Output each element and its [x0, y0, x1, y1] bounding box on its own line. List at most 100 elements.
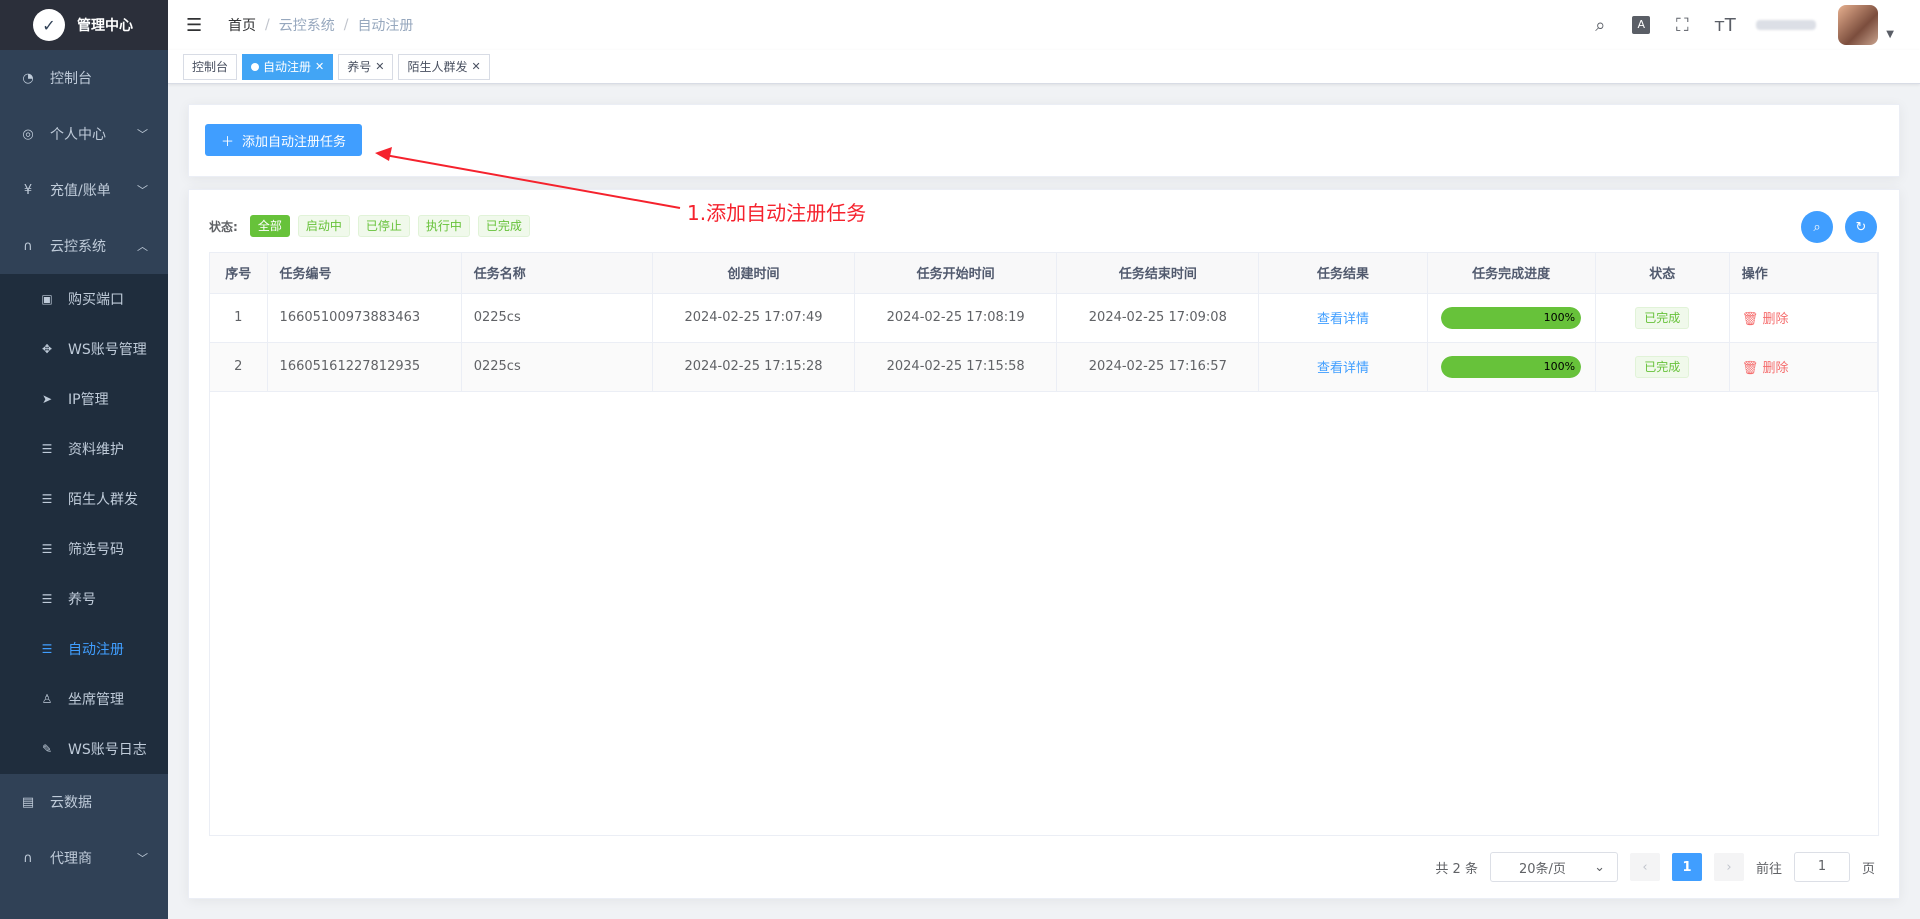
- sidebar-item-personal[interactable]: ◎ 个人中心 ﹀: [0, 106, 168, 162]
- list-icon: ☰: [41, 492, 53, 506]
- avatar[interactable]: [1838, 5, 1879, 45]
- goto-page-input[interactable]: 1: [1793, 852, 1850, 882]
- bird-logo-icon: ✓: [33, 9, 65, 41]
- column-header: 状态: [1595, 253, 1730, 294]
- filter-chip-running[interactable]: 执行中: [417, 215, 470, 237]
- list-icon: ☰: [41, 592, 53, 606]
- column-header: 序号: [210, 253, 268, 294]
- trash-icon: 🗑: [1741, 312, 1759, 327]
- tag-dashboard[interactable]: 控制台: [183, 53, 238, 80]
- caret-down-icon[interactable]: ▼: [1886, 29, 1894, 40]
- chevron-down-icon: ﹀: [137, 852, 148, 865]
- navbar-actions: ⌕ A ⛶ ᴛT ▼: [1590, 0, 1894, 50]
- font-size-icon[interactable]: ᴛT: [1714, 15, 1735, 36]
- close-icon[interactable]: ✕: [315, 55, 324, 79]
- sidebar-item-label: 个人中心: [50, 127, 106, 143]
- page-size-select[interactable]: 20条/页 ⌄: [1489, 852, 1618, 882]
- column-header: 任务结果: [1258, 253, 1428, 294]
- chevron-down-icon: ﹀: [137, 184, 148, 197]
- sidebar-submenu: ▣ 购买端口 ✥ WS账号管理 ➤ IP管理 ☰ 资料维护 ☰ 陌生人群发 ☰ …: [0, 274, 168, 774]
- filter-chip-starting[interactable]: 启动中: [297, 215, 350, 237]
- username-blurred[interactable]: [1756, 20, 1817, 30]
- person-icon: ♙: [41, 692, 53, 706]
- toolbar-card: ＋ 添加自动注册任务: [188, 104, 1900, 177]
- close-icon[interactable]: ✕: [472, 55, 481, 79]
- tag-stranger-broadcast[interactable]: 陌生人群发 ✕: [398, 53, 490, 80]
- cell-task-name: 0225cs: [461, 293, 653, 343]
- yen-icon: ¥: [23, 182, 33, 198]
- tag-account-nurture[interactable]: 养号 ✕: [338, 53, 394, 80]
- sidebar-item-account-nurture[interactable]: ☰ 养号: [0, 574, 168, 624]
- sidebar-item-label: 坐席管理: [68, 692, 124, 708]
- list-icon: ☰: [41, 642, 53, 656]
- filter-chip-stopped[interactable]: 已停止: [357, 215, 410, 237]
- cell-actions: 🗑 删除: [1729, 342, 1879, 392]
- breadcrumb-home[interactable]: 首页: [228, 15, 256, 35]
- cell-index: 1: [210, 293, 268, 343]
- search-toggle-button[interactable]: ⌕: [1801, 211, 1833, 243]
- table-header-row: 序号 任务编号 任务名称 创建时间 任务开始时间 任务结束时间 任务结果 任务完…: [210, 253, 1879, 294]
- column-header: 任务开始时间: [854, 253, 1058, 294]
- tags-view: 控制台 自动注册 ✕ 养号 ✕ 陌生人群发 ✕: [168, 50, 1920, 84]
- hamburger-icon[interactable]: ☰: [186, 15, 202, 36]
- task-list-card: 状态: 全部 启动中 已停止 执行中 已完成 ⌕ ↻ 序号 任务编号 任务名称 …: [188, 189, 1900, 899]
- chevron-down-icon: ﹀: [137, 128, 148, 141]
- sidebar-item-profile-maintenance[interactable]: ☰ 资料维护: [0, 424, 168, 474]
- close-icon[interactable]: ✕: [375, 55, 384, 79]
- delete-button[interactable]: 🗑 删除: [1742, 312, 1789, 327]
- column-header: 任务完成进度: [1427, 253, 1596, 294]
- sidebar-item-filter-numbers[interactable]: ☰ 筛选号码: [0, 524, 168, 574]
- progress-fill: 100%: [1441, 306, 1582, 329]
- tag-auto-register[interactable]: 自动注册 ✕: [242, 53, 334, 80]
- logo[interactable]: ✓ 管理中心: [0, 0, 168, 50]
- search-icon[interactable]: ⌕: [1590, 15, 1610, 36]
- cell-progress: 100%: [1427, 342, 1596, 392]
- move-icon: ✥: [41, 342, 53, 356]
- sidebar-item-ws-accounts[interactable]: ✥ WS账号管理: [0, 324, 168, 374]
- tag-label: 陌生人群发: [407, 59, 468, 74]
- breadcrumb-cloud-control: 云控系统: [278, 18, 335, 34]
- search-icon: ⌕: [1813, 219, 1821, 235]
- sidebar-item-cloud-control[interactable]: ∩ 云控系统 ︿: [0, 218, 168, 274]
- app-title: 管理中心: [77, 18, 133, 34]
- view-details-link[interactable]: 查看详情: [1317, 361, 1369, 376]
- filter-chip-all[interactable]: 全部: [249, 215, 290, 237]
- chevron-down-icon: ⌄: [1594, 859, 1605, 875]
- prev-page-button[interactable]: ‹: [1629, 853, 1660, 881]
- active-dot-icon: [251, 62, 260, 71]
- sidebar-item-label: 自动注册: [68, 642, 124, 658]
- view-details-link[interactable]: 查看详情: [1317, 312, 1369, 327]
- translate-icon[interactable]: A: [1632, 16, 1651, 34]
- send-icon: ➤: [41, 392, 53, 406]
- add-auto-register-task-button[interactable]: ＋ 添加自动注册任务: [205, 124, 363, 156]
- column-header: 任务结束时间: [1056, 253, 1260, 294]
- page-suffix: 页: [1861, 861, 1875, 877]
- sidebar-item-dashboard[interactable]: ◔ 控制台: [0, 50, 168, 106]
- delete-button[interactable]: 🗑 删除: [1742, 361, 1789, 376]
- column-header: 任务编号: [267, 253, 462, 294]
- sidebar-item-buy-port[interactable]: ▣ 购买端口: [0, 274, 168, 324]
- sidebar-item-stranger-broadcast[interactable]: ☰ 陌生人群发: [0, 474, 168, 524]
- cell-end: 2024-02-25 17:09:08: [1056, 293, 1260, 343]
- column-header: 创建时间: [652, 253, 856, 294]
- headset-icon: ∩: [23, 850, 33, 866]
- sidebar-item-agent[interactable]: ∩ 代理商 ﹀: [0, 830, 168, 886]
- user-circle-icon: ◎: [22, 126, 34, 142]
- sidebar-item-seat-management[interactable]: ♙ 坐席管理: [0, 674, 168, 724]
- sidebar-item-auto-register[interactable]: ☰ 自动注册: [0, 624, 168, 674]
- sidebar-item-recharge[interactable]: ¥ 充值/账单 ﹀: [0, 162, 168, 218]
- list-icon: ☰: [41, 442, 53, 456]
- fullscreen-icon[interactable]: ⛶: [1672, 15, 1692, 36]
- page-number-button[interactable]: 1: [1671, 853, 1702, 881]
- sidebar-item-cloud-data[interactable]: ▤ 云数据: [0, 774, 168, 830]
- sidebar-item-label: 云控系统: [50, 239, 106, 255]
- add-button-label: 添加自动注册任务: [242, 134, 347, 150]
- sidebar-item-ws-log[interactable]: ✎ WS账号日志: [0, 724, 168, 774]
- refresh-button[interactable]: ↻: [1845, 211, 1877, 243]
- breadcrumb: 首页 / 云控系统 / 自动注册: [228, 15, 413, 35]
- sidebar-item-ip[interactable]: ➤ IP管理: [0, 374, 168, 424]
- filter-chip-completed[interactable]: 已完成: [477, 215, 530, 237]
- next-page-button[interactable]: ›: [1713, 853, 1744, 881]
- main-content: ＋ 添加自动注册任务 状态: 全部 启动中 已停止 执行中 已完成 ⌕ ↻ 序号…: [168, 84, 1920, 919]
- status-badge: 已完成: [1635, 355, 1690, 378]
